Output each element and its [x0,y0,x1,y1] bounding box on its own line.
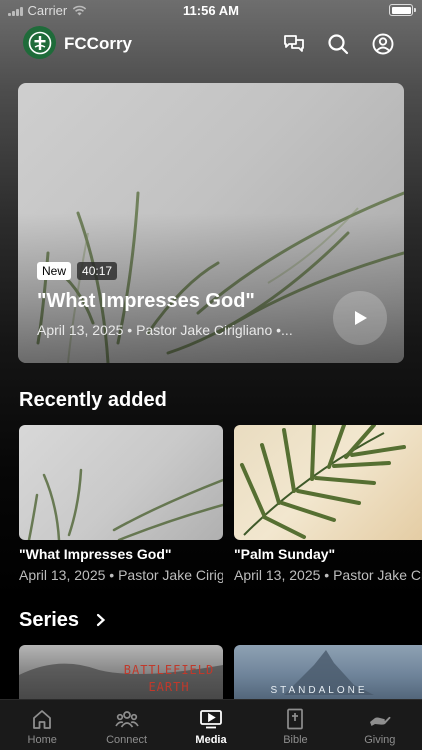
battery-icon [389,4,416,16]
app-header: FCCorry [0,26,422,62]
recent-card-title[interactable]: "What Impresses God" [19,546,172,562]
series-title: STANDALONE [270,685,368,696]
hero-title: "What Impresses God" [37,290,255,312]
series-card-standalone[interactable]: STANDALONE [234,645,422,705]
recent-card-thumbnail[interactable] [234,425,422,540]
series-card-battlefield-earth[interactable]: BATTLEFIELD EARTH [19,645,223,705]
featured-sermon-card[interactable]: New 40:17 "What Impresses God" April 13,… [18,83,404,363]
tab-media-label: Media [195,734,227,746]
tab-bible-label: Bible [283,734,308,746]
duration-badge: 40:17 [77,262,118,280]
play-icon [355,311,367,325]
media-icon [200,710,222,729]
status-bar: Carrier 11:56 AM [0,0,422,22]
tab-giving-label: Giving [364,734,396,746]
play-button[interactable] [333,291,387,345]
home-icon [33,710,52,729]
chevron-right-icon[interactable] [95,613,107,627]
status-time: 11:56 AM [183,3,239,18]
bible-icon [287,708,304,730]
giving-hand-icon [369,716,391,726]
people-icon [114,711,139,728]
series-heading[interactable]: Series [19,609,79,632]
recently-added-heading: Recently added [19,389,167,411]
tab-home[interactable]: Home [0,700,84,750]
tab-connect[interactable]: Connect [84,700,168,750]
recent-card-title[interactable]: "Palm Sunday" [234,546,335,562]
bottom-tab-bar: Home Connect Media Bible Giving [0,699,422,750]
tab-bible[interactable]: Bible [253,700,337,750]
search-icon[interactable] [326,32,350,56]
tab-giving[interactable]: Giving [338,700,422,750]
palm-leaf-thumbnail [27,468,223,540]
mountain-island-image [284,650,374,695]
recent-card-thumbnail[interactable] [19,425,223,540]
recent-card-subtitle: April 13, 2025 • Pastor Jake Cirigliano [234,567,422,583]
logo-emblem-icon [28,31,51,54]
chat-icon[interactable] [282,32,306,56]
series-title-line2: EARTH [148,680,190,694]
church-logo[interactable] [23,26,56,59]
series-title-line1: BATTLEFIELD [123,663,215,677]
tab-connect-label: Connect [106,734,148,746]
hero-subtitle: April 13, 2025 • Pastor Jake Cirigliano … [37,322,293,338]
recent-card-subtitle: April 13, 2025 • Pastor Jake Cirigliano [19,567,223,583]
tab-home-label: Home [27,734,57,746]
tab-media[interactable]: Media [169,700,253,750]
account-icon[interactable] [371,32,395,56]
app-name: FCCorry [64,34,133,53]
palm-frond-thumbnail [240,425,406,539]
new-badge: New [37,262,72,280]
